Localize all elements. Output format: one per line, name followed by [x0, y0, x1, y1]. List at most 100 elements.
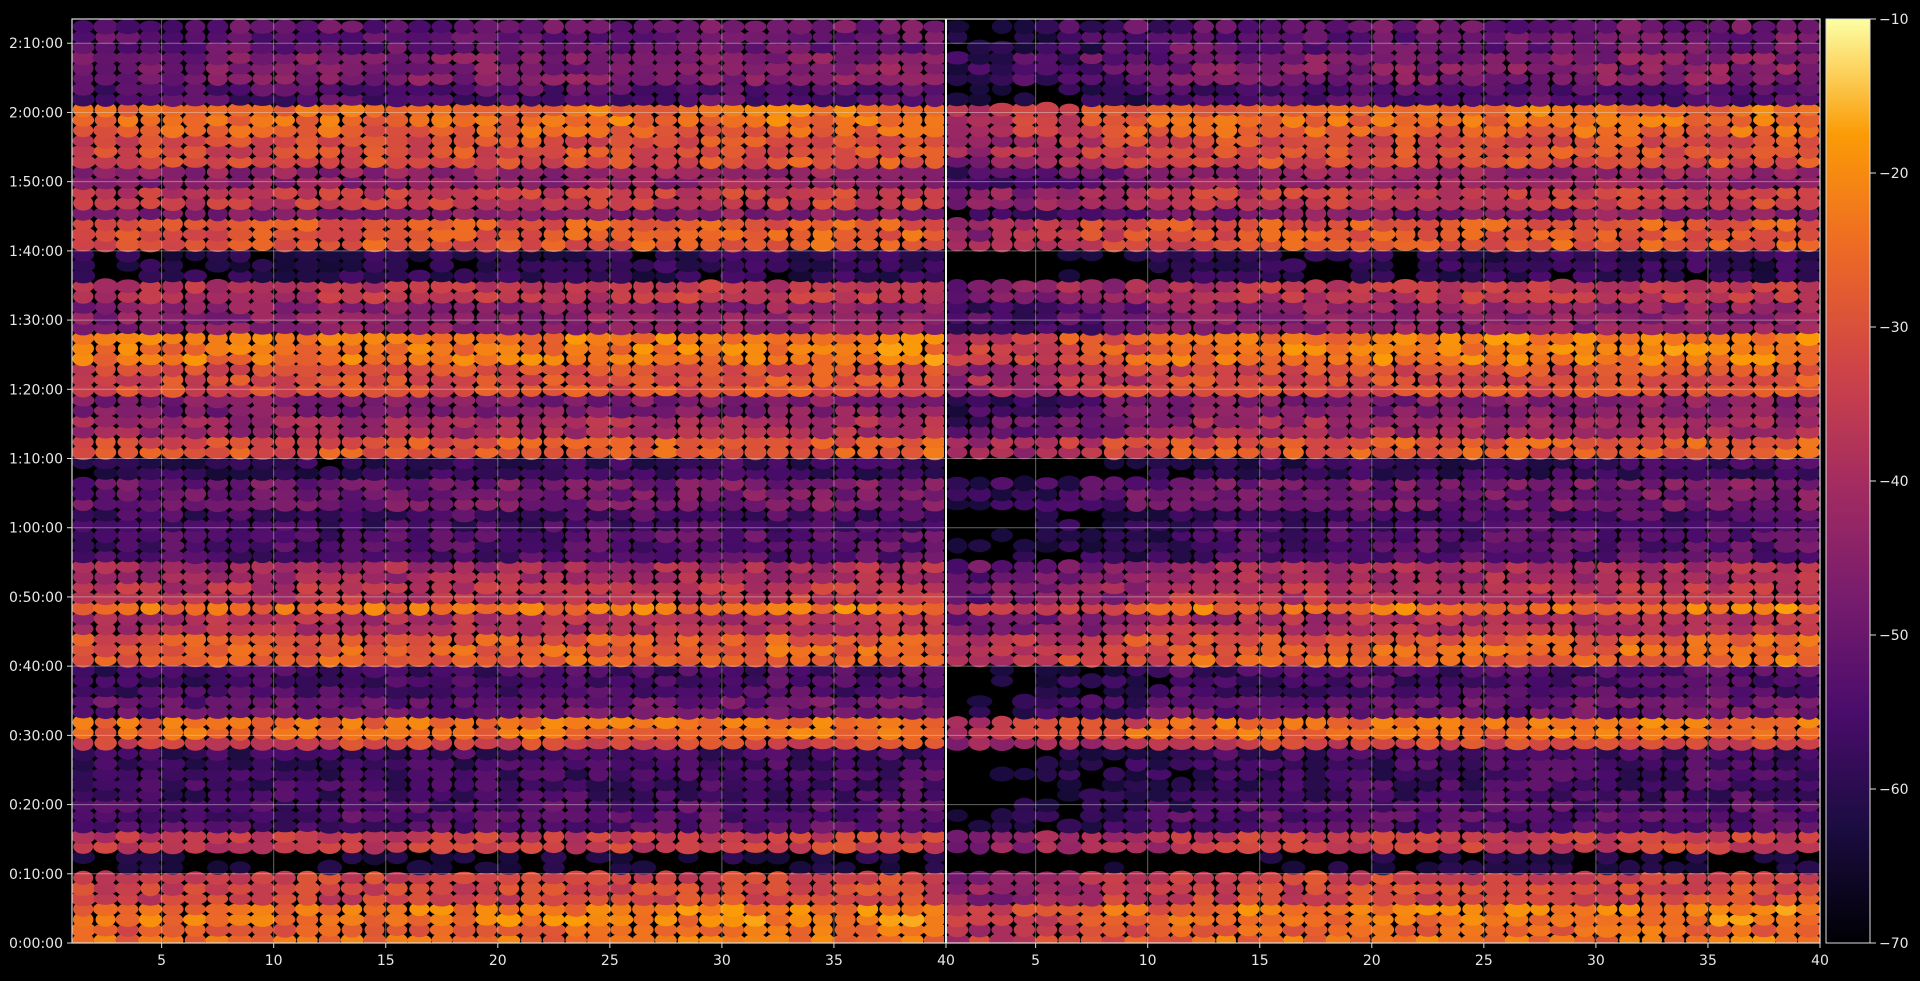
heatmap-cell [408, 20, 431, 34]
heatmap-cell [968, 870, 992, 886]
heatmap-cell [767, 871, 789, 885]
heatmap-cell [968, 705, 991, 718]
heatmap-cell [991, 528, 1013, 543]
heatmap-cell [296, 870, 318, 886]
heatmap-cell [1303, 870, 1329, 886]
heatmap-cell [1033, 798, 1060, 813]
heatmap-cell [93, 278, 119, 295]
heatmap-cell [809, 612, 836, 625]
heatmap-cell [991, 674, 1013, 687]
heatmap-cell [1078, 788, 1105, 802]
heatmap-cell [1326, 684, 1350, 698]
heatmap-cell [947, 537, 968, 554]
heatmap-cell [564, 19, 588, 35]
heatmap-cell [72, 20, 94, 34]
heatmap-cell [205, 902, 231, 916]
heatmap-cell [990, 808, 1014, 824]
heatmap-cell [251, 258, 274, 272]
heatmap-cell [677, 19, 700, 34]
heatmap-cell [832, 477, 858, 490]
heatmap-cell [115, 279, 141, 294]
heatmap-cell [923, 20, 944, 33]
heatmap-cell [1462, 860, 1483, 876]
heatmap-cell [811, 19, 834, 34]
left-panel [72, 19, 944, 943]
heatmap-cell [1057, 559, 1082, 574]
heatmap-cell [1080, 694, 1103, 709]
heatmap-cell [385, 19, 409, 34]
heatmap-cell [989, 870, 1015, 886]
heatmap-cell [273, 19, 297, 34]
heatmap-cell [1056, 818, 1083, 834]
heatmap-cell [518, 19, 545, 35]
chart-canvas: 0:00:000:10:000:20:000:30:000:40:000:50:… [0, 0, 1920, 977]
heatmap-cell [1148, 684, 1170, 699]
heatmap-cell [901, 19, 924, 34]
heatmap-cell [720, 870, 746, 885]
heatmap-cell [630, 860, 657, 875]
heatmap-cell [229, 19, 251, 35]
heatmap-cell [72, 685, 94, 698]
heatmap-cell [1035, 755, 1059, 772]
heatmap-cell [832, 19, 858, 34]
heatmap-cell [698, 279, 723, 294]
heatmap-cell [968, 539, 992, 553]
heatmap-cell [362, 19, 387, 34]
heatmap-cell [586, 870, 611, 886]
heatmap-cell [900, 145, 925, 158]
heatmap-cell [810, 477, 835, 490]
heatmap-cell [946, 809, 968, 822]
heatmap-cell [721, 20, 745, 34]
heatmap-cell [1730, 870, 1753, 886]
heatmap-cell [1034, 830, 1059, 843]
heatmap-cell [856, 870, 879, 886]
heatmap-cell [1326, 913, 1351, 926]
heatmap-cell [834, 861, 856, 874]
heatmap-cell [431, 20, 453, 34]
heatmap-cell [453, 268, 475, 284]
heatmap-cell [207, 19, 229, 35]
heatmap-cell [115, 19, 141, 35]
heatmap-cell [228, 321, 252, 334]
heatmap-cell [766, 19, 790, 35]
heatmap-cell [1663, 861, 1686, 875]
heatmap-cell [385, 228, 409, 241]
heatmap-cell [609, 20, 633, 33]
heatmap-cell [407, 269, 431, 282]
heatmap-cell [766, 279, 790, 294]
heatmap-cell [139, 258, 162, 272]
heatmap-cell [386, 903, 408, 916]
heatmap-cell [946, 558, 970, 575]
heatmap-cell [1796, 860, 1820, 875]
heatmap-cell [229, 861, 251, 874]
heatmap-cell [543, 19, 565, 35]
heatmap-cell [93, 19, 118, 35]
heatmap-cell [183, 269, 207, 283]
heatmap-cell [1013, 797, 1036, 813]
heatmap-cell [1349, 870, 1373, 886]
heatmap-cell [207, 860, 229, 875]
heatmap-cell [340, 20, 364, 33]
heatmap-cell [1415, 861, 1440, 874]
heatmap-cell [251, 871, 274, 885]
heatmap-cell [586, 840, 612, 853]
heatmap-cell [1171, 776, 1192, 793]
heatmap-cell [95, 870, 116, 886]
heatmap-cell [1103, 861, 1125, 874]
heatmap-cell [655, 870, 677, 886]
heatmap-cell [632, 259, 655, 272]
heatmap-cell [991, 560, 1013, 573]
heatmap-cell [185, 19, 206, 34]
heatmap-cell [633, 19, 654, 35]
heatmap-cell [473, 19, 500, 34]
heatmap-cell [699, 19, 722, 34]
heatmap-cell [1328, 861, 1349, 875]
heatmap-cell [408, 819, 431, 833]
heatmap-cell [1036, 558, 1057, 575]
heatmap-cell [295, 20, 320, 33]
heatmap-cell [497, 20, 521, 34]
heatmap-cell [317, 19, 342, 34]
heatmap-cell [586, 19, 612, 34]
heatmap-cell [989, 766, 1015, 782]
heatmap-cell [1169, 870, 1194, 886]
